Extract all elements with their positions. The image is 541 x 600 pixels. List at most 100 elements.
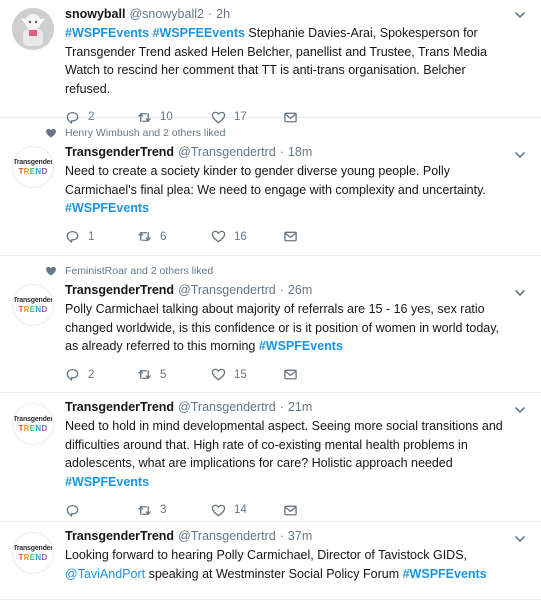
retweet-count: 5 bbox=[160, 368, 167, 381]
timestamp[interactable]: 37m bbox=[288, 527, 312, 545]
avatar[interactable] bbox=[12, 8, 54, 50]
avatar[interactable]: Transgender TREND bbox=[12, 146, 54, 188]
logo-letter: D bbox=[41, 304, 48, 314]
chevron-down-icon[interactable] bbox=[513, 286, 527, 300]
user-handle[interactable]: @Transgendertrd bbox=[178, 398, 276, 416]
tweet-actions: 3 14 bbox=[65, 501, 511, 519]
heart-icon bbox=[211, 230, 226, 243]
separator-dot: · bbox=[279, 400, 284, 414]
tweet-header: TransgenderTrend @Transgendertrd · 18m bbox=[65, 143, 511, 161]
social-context: Henry Wimbush and 2 others liked bbox=[45, 123, 511, 143]
tweet-text: Looking forward to hearing Polly Carmich… bbox=[65, 546, 511, 583]
retweet-count: 6 bbox=[160, 230, 167, 243]
heart-icon bbox=[211, 368, 226, 381]
avatar[interactable]: Transgender TREND bbox=[12, 284, 54, 326]
tweet[interactable]: Transgender TREND TransgenderTrend @Tran… bbox=[0, 393, 541, 522]
tweet-text-segment: Need to create a society kinder to gende… bbox=[65, 164, 486, 197]
avatar[interactable]: Transgender TREND bbox=[12, 403, 54, 445]
chevron-down-icon[interactable] bbox=[513, 148, 527, 162]
direct-message-button[interactable] bbox=[283, 503, 298, 518]
tweet[interactable]: Transgender TREND TransgenderTrend @Tran… bbox=[0, 522, 541, 600]
tweet-actions: 2 5 15 bbox=[65, 366, 511, 384]
tweet-header: snowyball @snowyball2 · 2h bbox=[65, 5, 511, 23]
tweet-text-segment: speaking at Westminster Social Policy Fo… bbox=[145, 566, 403, 581]
tweet[interactable]: Henry Wimbush and 2 others liked Transge… bbox=[0, 118, 541, 256]
hashtag-link[interactable]: #WSPFEvents bbox=[65, 475, 149, 489]
hashtag-link[interactable]: #WSPFEvents bbox=[65, 26, 149, 40]
hashtag-link[interactable]: #WSPFEvents bbox=[65, 201, 149, 215]
avatar-line2: TREND bbox=[18, 553, 47, 562]
timestamp[interactable]: 18m bbox=[288, 143, 312, 161]
retweet-icon bbox=[138, 370, 151, 379]
logo-letter: D bbox=[41, 423, 48, 433]
reply-button[interactable] bbox=[65, 503, 137, 518]
hashtag-link[interactable]: #WSPFEvents bbox=[259, 339, 343, 353]
hashtag-link[interactable]: #WSPFEEvents bbox=[153, 26, 245, 40]
like-count: 16 bbox=[234, 230, 247, 243]
social-context: FeministRoar and 2 others liked bbox=[45, 261, 511, 281]
timestamp[interactable]: 26m bbox=[288, 281, 312, 299]
chevron-down-icon[interactable] bbox=[513, 403, 527, 417]
tweet-actions: 1 6 16 bbox=[65, 228, 511, 246]
display-name[interactable]: TransgenderTrend bbox=[65, 527, 174, 545]
tweet-header: TransgenderTrend @Transgendertrd · 37m bbox=[65, 527, 511, 545]
like-count: 15 bbox=[234, 368, 247, 381]
reply-icon bbox=[66, 368, 79, 381]
direct-message-button[interactable] bbox=[283, 229, 298, 244]
reply-button[interactable]: 1 bbox=[65, 229, 137, 244]
social-context-text[interactable]: FeministRoar and 2 others liked bbox=[65, 261, 213, 281]
envelope-icon bbox=[284, 231, 297, 242]
like-button[interactable]: 15 bbox=[211, 367, 283, 382]
social-context-text[interactable]: Henry Wimbush and 2 others liked bbox=[65, 123, 226, 143]
tweet[interactable]: FeministRoar and 2 others liked Transgen… bbox=[0, 256, 541, 393]
direct-message-button[interactable] bbox=[283, 367, 298, 382]
chevron-down-icon[interactable] bbox=[513, 8, 527, 22]
separator-dot: · bbox=[279, 283, 284, 297]
envelope-icon bbox=[284, 369, 297, 380]
tweet-text: #WSPFEvents #WSPFEEvents Stephanie Davie… bbox=[65, 24, 511, 98]
like-count: 14 bbox=[234, 504, 247, 516]
retweet-icon bbox=[138, 232, 151, 241]
chevron-down-icon[interactable] bbox=[513, 532, 527, 546]
tweet-text: Polly Carmichael talking about majority … bbox=[65, 300, 511, 356]
tweet[interactable]: snowyball @snowyball2 · 2h #WSPFEvents #… bbox=[0, 0, 541, 124]
display-name[interactable]: TransgenderTrend bbox=[65, 281, 174, 299]
like-button[interactable]: 14 bbox=[211, 503, 283, 518]
logo-letter: D bbox=[41, 166, 48, 176]
avatar[interactable]: Transgender TREND bbox=[12, 532, 54, 574]
tweet-text-segment: Need to hold in mind developmental aspec… bbox=[65, 419, 503, 470]
timestamp[interactable]: 2h bbox=[216, 5, 230, 23]
user-handle[interactable]: @Transgendertrd bbox=[178, 143, 276, 161]
display-name[interactable]: TransgenderTrend bbox=[65, 398, 174, 416]
display-name[interactable]: TransgenderTrend bbox=[65, 143, 174, 161]
retweet-count: 3 bbox=[160, 504, 167, 516]
hashtag-link[interactable]: #WSPFEvents bbox=[403, 567, 487, 581]
like-button[interactable]: 16 bbox=[211, 229, 283, 244]
tweet-text: Need to hold in mind developmental aspec… bbox=[65, 417, 511, 491]
display-name[interactable]: snowyball bbox=[65, 5, 125, 23]
retweet-button[interactable]: 6 bbox=[137, 229, 211, 244]
tweet-text-segment: Looking forward to hearing Polly Carmich… bbox=[65, 548, 468, 562]
reply-count: 1 bbox=[88, 230, 95, 243]
retweet-button[interactable]: 5 bbox=[137, 367, 211, 382]
avatar-line1: Transgender bbox=[13, 544, 53, 552]
separator-dot: · bbox=[279, 529, 284, 543]
avatar-line1: Transgender bbox=[13, 415, 53, 423]
avatar-line1: Transgender bbox=[13, 296, 53, 304]
reply-button[interactable]: 2 bbox=[65, 367, 137, 382]
logo-letter: D bbox=[41, 552, 48, 562]
envelope-icon bbox=[284, 505, 297, 515]
heart-icon bbox=[46, 266, 56, 276]
avatar-line2: TREND bbox=[18, 167, 47, 176]
retweet-button[interactable]: 3 bbox=[137, 503, 211, 518]
timestamp[interactable]: 21m bbox=[288, 398, 312, 416]
user-handle[interactable]: @snowyball2 bbox=[129, 5, 204, 23]
avatar-line1: Transgender bbox=[13, 158, 53, 166]
mention-link[interactable]: @TaviAndPort bbox=[65, 567, 145, 581]
reply-count: 2 bbox=[88, 368, 95, 381]
user-handle[interactable]: @Transgendertrd bbox=[178, 281, 276, 299]
user-handle[interactable]: @Transgendertrd bbox=[178, 527, 276, 545]
separator-dot: · bbox=[279, 145, 284, 159]
tweet-header: TransgenderTrend @Transgendertrd · 21m bbox=[65, 398, 511, 416]
timeline: snowyball @snowyball2 · 2h #WSPFEvents #… bbox=[0, 0, 541, 600]
